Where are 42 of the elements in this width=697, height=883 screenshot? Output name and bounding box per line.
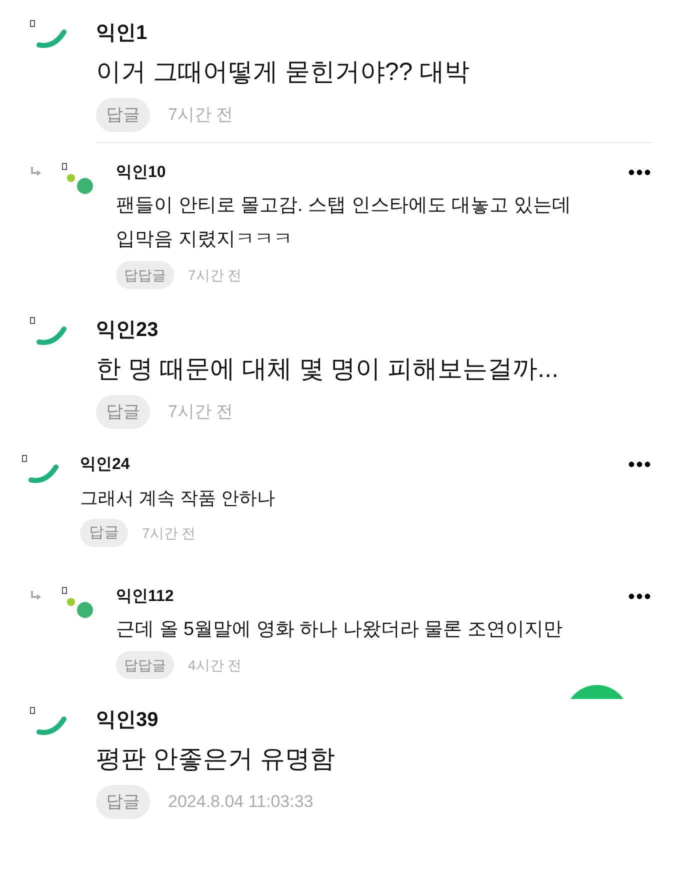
avatar-arc-icon [36, 28, 68, 50]
comment-text: 팬들이 안티로 몰고감. 스탭 인스타에도 대놓고 있는데 [116, 194, 572, 218]
more-button[interactable]: ••• [628, 455, 652, 475]
broken-image-icon [62, 163, 67, 170]
author-name: 익인24 [80, 455, 130, 475]
author-name: 익인39 [96, 708, 158, 733]
author-name: 익인112 [116, 587, 174, 607]
avatar-dots-icon [66, 173, 94, 195]
comment-text: 근데 올 5월말에 영화 하나 나왔더라 물론 조연이지만 [116, 618, 564, 642]
avatar-arc-icon [28, 463, 60, 485]
comment-text: 한 명 때문에 대체 몇 명이 피해보는걸까... [96, 354, 560, 385]
avatar-arc-icon [36, 715, 68, 737]
reply-arrow-icon [30, 167, 42, 177]
comment-text: 이거 그때어떻게 묻힌거야?? 대박 [96, 57, 471, 88]
broken-image-icon [22, 455, 27, 462]
comment-text: 입막음 지렸지ㅋㅋㅋ [116, 228, 294, 252]
comment-text: 그래서 계속 작품 안하나 [80, 487, 276, 510]
broken-image-icon [30, 20, 35, 27]
reply-button[interactable]: 답글 [80, 519, 128, 547]
comment-text: 평판 안좋은거 유명함 [96, 744, 336, 775]
reply-button[interactable]: 답글 [96, 395, 150, 429]
author-name: 익인1 [96, 21, 148, 46]
broken-image-icon [30, 317, 35, 324]
author-name: 익인10 [116, 163, 166, 183]
reply-button[interactable]: 답글 [96, 785, 150, 819]
timestamp: 4시간 전 [188, 656, 242, 674]
reply-button[interactable]: 답글 [96, 98, 150, 132]
timestamp: 2024.8.04 11:03:33 [168, 791, 314, 814]
avatar-arc-icon [36, 325, 68, 347]
more-button[interactable]: ••• [628, 587, 652, 607]
timestamp: 7시간 전 [142, 524, 196, 542]
broken-image-icon [62, 587, 67, 594]
broken-image-icon [30, 707, 35, 714]
author-name: 익인23 [96, 318, 158, 343]
reply-arrow-icon [30, 591, 42, 601]
avatar-dots-icon [66, 597, 94, 619]
reply-button[interactable]: 답답글 [116, 261, 174, 289]
reply-button[interactable]: 답답글 [116, 651, 174, 679]
timestamp: 7시간 전 [168, 401, 234, 424]
timestamp: 7시간 전 [168, 104, 234, 126]
timestamp: 7시간 전 [188, 266, 242, 284]
more-button[interactable]: ••• [628, 163, 652, 183]
